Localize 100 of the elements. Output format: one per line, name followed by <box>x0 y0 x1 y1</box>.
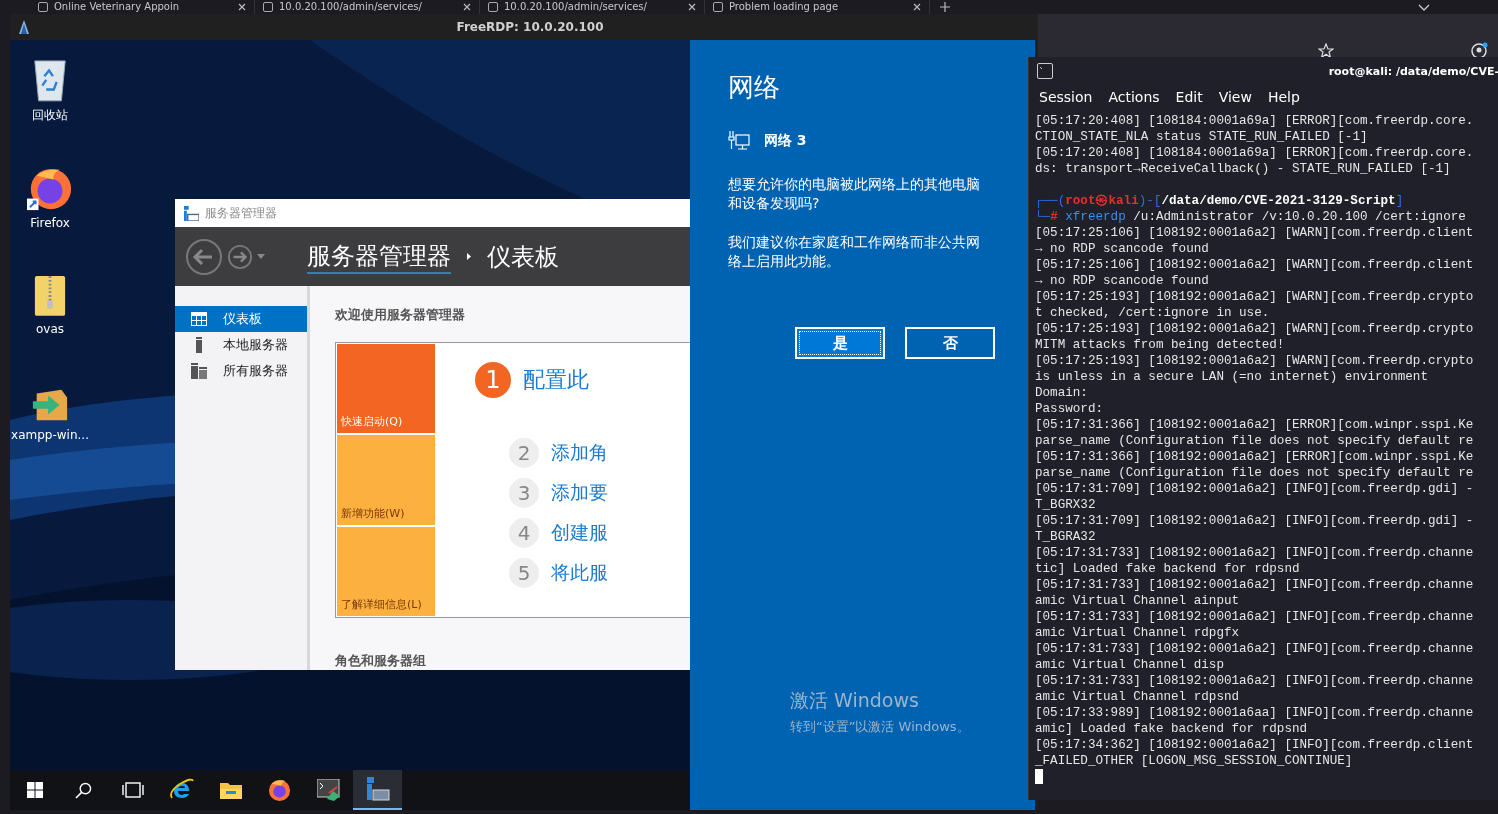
terminal-line: MITM attacks from being detected! <box>1035 337 1286 353</box>
terminal-line: amic Virtual Channel ainput <box>1035 593 1241 609</box>
terminal-line: [05:17:25:106] [108192:0001a6a2] [WARN][com.freerdp.client <box>1035 225 1475 241</box>
prompt-line: └─# xfreerdp /u:Administrator /v:10.0.20.100 /cert:ignore <box>1035 209 1467 225</box>
firefox-icon[interactable] <box>27 166 73 212</box>
terminal-line: [05:17:25:193] [108192:0001a6a2] [WARN][com.freerdp.crypto <box>1035 321 1475 337</box>
terminal-line: → no RDP scancode found <box>1035 273 1210 289</box>
dialog-button[interactable]: 否 <box>905 327 995 359</box>
back-button[interactable] <box>185 237 223 276</box>
sidebar-item[interactable]: 仪表板 <box>175 306 307 332</box>
close-icon[interactable] <box>463 3 471 11</box>
terminal-line: parse_name (Configuration file does not specify default re <box>1035 433 1475 449</box>
menu-item[interactable]: Session <box>1039 89 1093 105</box>
text-cursor <box>1035 769 1043 784</box>
prompt-line: ┌──(root㉿kali)-[/data/demo/CVE-2021-3129-Script] <box>1035 193 1405 209</box>
windows-logo-icon <box>26 782 43 798</box>
section-heading: 角色和服务器组 <box>335 652 427 670</box>
terminal-line: tic] Loaded fake backend for rdpsnd <box>1035 561 1301 577</box>
breadcrumb-separator-icon <box>467 253 471 261</box>
step-link[interactable]: 将此服 <box>551 560 608 586</box>
desktop-icon-label[interactable]: Firefox <box>30 216 70 230</box>
panel-text: 想要允许你的电脑被此网络上的其他电脑和设备发现吗? <box>728 175 981 213</box>
window-title: FreeRDP: 10.0.20.100 <box>456 20 604 34</box>
step-number: 1 <box>475 362 511 398</box>
menu-item[interactable]: Actions <box>1108 89 1160 105</box>
terminal-line: amic] Loaded fake backend for rdpsnd <box>1035 721 1309 737</box>
taskbar-button[interactable] <box>353 770 402 810</box>
menu-item[interactable]: Help <box>1267 89 1300 105</box>
terminal-line: [05:17:31:366] [108192:0001a6a2] [ERROR][com.winpr.sspi.Ke <box>1035 417 1475 433</box>
terminal-line: ds: transport→ReceiveCallback() - STATE_RUN_FAILED [-1] <box>1035 161 1452 177</box>
quick-start-tile[interactable]: 新增功能(W) <box>337 435 435 525</box>
terminal-line: [05:17:33:989] [108192:0001a6aa] [INFO][com.freerdp.channe <box>1035 705 1475 721</box>
servers-icon <box>191 363 207 379</box>
step-number: 2 <box>509 438 539 468</box>
terminal-line: amic Virtual Channel disp <box>1035 657 1225 673</box>
terminal-line: [05:17:25:193] [108192:0001a6a2] [WARN][com.freerdp.crypto <box>1035 289 1475 305</box>
activation-hint: 转到“设置”以激活 Windows。 <box>790 718 970 736</box>
terminal-icon <box>1037 63 1053 79</box>
forward-button[interactable] <box>227 243 253 270</box>
terminal-line: [05:17:31:733] [108192:0001a6a2] [INFO][com.freerdp.channe <box>1035 545 1475 561</box>
terminal-line: [05:17:31:733] [108192:0001a6a2] [INFO][com.freerdp.channe <box>1035 673 1475 689</box>
terminal-line: [05:17:31:709] [108192:0001a6a2] [INFO][com.freerdp.gdi] - <box>1035 513 1475 529</box>
sidebar-item[interactable]: 本地服务器 <box>175 332 307 358</box>
plus-icon[interactable] <box>940 2 950 12</box>
terminal-line: [05:17:25:193] [108192:0001a6a2] [WARN][com.freerdp.crypto <box>1035 353 1475 369</box>
page-icon <box>38 2 48 12</box>
terminal-line: [05:17:31:366] [108192:0001a6a2] [ERROR][com.winpr.sspi.Ke <box>1035 449 1475 465</box>
desktop-icon-label[interactable]: ovas <box>35 322 65 336</box>
panel-text: 我们建议你在家庭和工作网络而非公共网络上启用此功能。 <box>728 233 981 271</box>
terminal-line: [05:17:34:362] [108192:0001a6a2] [INFO][com.freerdp.client <box>1035 737 1475 753</box>
terminal-line: Password: <box>1035 401 1105 417</box>
page-icon <box>263 2 273 12</box>
step-number: 5 <box>509 558 539 588</box>
window-title: 服务器管理器 <box>205 204 277 222</box>
quick-start-tile[interactable]: 了解详细信息(L) <box>337 526 435 616</box>
dialog-button[interactable]: 是 <box>795 327 885 359</box>
menu-item[interactable]: Edit <box>1175 89 1203 105</box>
menu-item[interactable]: View <box>1218 89 1252 105</box>
terminal-line: [05:17:31:733] [108192:0001a6a2] [INFO][com.freerdp.channe <box>1035 609 1475 625</box>
desktop-icon-label[interactable]: 回收站 <box>32 107 68 124</box>
page-title: 仪表板 <box>487 241 559 273</box>
step-link[interactable]: 添加角 <box>551 440 608 466</box>
star-icon[interactable] <box>1318 43 1334 59</box>
terminal-line: [05:17:31:733] [108192:0001a6a2] [INFO][com.freerdp.channe <box>1035 641 1475 657</box>
terminal-line: [05:17:20:408] [108184:0001a69a] [ERROR][com.freerdp.core. <box>1035 113 1475 129</box>
folder-icon <box>219 781 242 799</box>
search-icon <box>75 781 92 799</box>
sidebar-item[interactable]: 所有服务器 <box>175 358 307 384</box>
dropdown-arrow-icon[interactable] <box>257 254 265 260</box>
step-link[interactable]: 创建服 <box>551 520 608 546</box>
close-icon[interactable] <box>238 3 246 11</box>
close-icon[interactable] <box>688 3 696 11</box>
server-manager-icon <box>184 205 199 221</box>
terminal-line: T_BGRX32 <box>1035 497 1097 513</box>
terminal-line: [05:17:25:106] [108192:0001a6a2] [WARN][com.freerdp.client <box>1035 257 1475 273</box>
firefox-icon <box>268 778 291 802</box>
network-monitor-icon <box>728 131 750 151</box>
terminal-line: Domain: <box>1035 385 1089 401</box>
terminal-line: amic Virtual Channel rdpsnd <box>1035 689 1241 705</box>
terminal-line: CTION_STATE_NLA status STATE_RUN_FAILED [-1] <box>1035 129 1369 145</box>
chevron-down-icon[interactable] <box>1418 4 1430 11</box>
breadcrumb-link[interactable]: 服务器管理器 <box>307 239 451 274</box>
section-heading: 欢迎使用服务器管理器 <box>335 306 466 324</box>
terminal-line: _FAILED_OTHER [LOGON_MSG_SESSION_CONTINUE] <box>1035 753 1354 769</box>
desktop-icon-label[interactable]: xampp-win... <box>11 428 89 442</box>
terminal-line: [05:17:31:709] [108192:0001a6a2] [INFO][com.freerdp.gdi] - <box>1035 481 1475 497</box>
step-link[interactable]: 添加要 <box>551 480 608 506</box>
terminal-line: [05:17:20:408] [108184:0001a69a] [ERROR][com.freerdp.core. <box>1035 145 1475 161</box>
terminal-line: [05:17:31:733] [108192:0001a6a2] [INFO][com.freerdp.channe <box>1035 577 1475 593</box>
page-icon <box>713 2 723 12</box>
terminal-icon <box>316 779 341 801</box>
page-icon <box>488 2 498 12</box>
terminal-line: t checked, /cert:ignore in use. <box>1035 305 1271 321</box>
app-icon <box>18 20 30 34</box>
close-icon[interactable] <box>913 3 921 11</box>
step-number: 3 <box>509 478 539 508</box>
server-manager-icon <box>365 777 390 801</box>
grid-icon <box>191 312 207 326</box>
step-link[interactable]: 配置此 <box>523 365 589 395</box>
network-name: 网络 3 <box>764 132 807 150</box>
